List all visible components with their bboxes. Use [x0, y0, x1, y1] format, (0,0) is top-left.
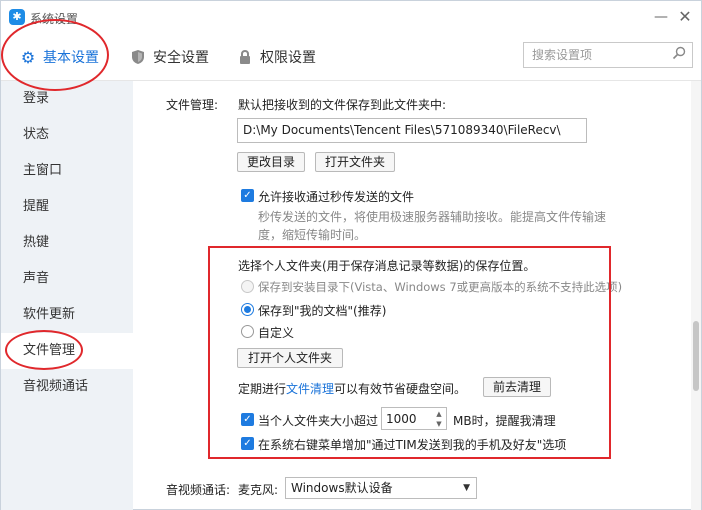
lock-icon [236, 49, 254, 67]
context-menu-label: 在系统右键菜单增加"通过TIM发送到我的手机及好友"选项 [258, 438, 567, 452]
size-alert-stepper[interactable]: ▲▼ [381, 407, 447, 430]
second-transfer-description: 秒传发送的文件，将使用极速服务器辅助接收。能提高文件传输速 [258, 210, 607, 224]
sidebar-item-reminder[interactable]: 提醒 [1, 189, 133, 225]
default-save-text: 默认把接收到的文件保存到此文件夹中: [238, 98, 447, 112]
second-transfer-description-cont: 度，缩短传输时间。 [258, 228, 367, 242]
cleanup-suffix: 可以有效节省硬盘空间。 [334, 382, 467, 396]
size-alert-suffix: MB时，提醒我清理 [453, 414, 556, 428]
search-icon[interactable] [672, 46, 686, 64]
radio-my-documents[interactable] [241, 303, 254, 316]
settings-window: ✱ 系统设置 — ✕ ⚙ 基本设置 安全设置 权限设置 搜索设置项 登录 状态 … [0, 0, 702, 510]
gear-icon: ⚙ [20, 48, 36, 67]
radio-install-dir [241, 280, 254, 293]
size-alert-prefix: 当个人文件夹大小超过 [258, 414, 379, 428]
tab-label: 安全设置 [153, 50, 209, 66]
personal-folder-title: 选择个人文件夹(用于保存消息记录等数据)的保存位置。 [238, 259, 536, 273]
allow-second-transfer-label: 允许接收通过秒传发送的文件 [258, 190, 415, 204]
microphone-label: 麦克风: [238, 483, 279, 497]
open-folder-button[interactable]: 打开文件夹 [315, 152, 395, 172]
open-personal-folder-button[interactable]: 打开个人文件夹 [237, 348, 343, 368]
size-alert-input[interactable] [382, 408, 428, 429]
tab-bar: ⚙ 基本设置 安全设置 权限设置 [1, 35, 701, 81]
context-menu-checkbox[interactable]: ✓ [241, 437, 254, 450]
radio-custom[interactable] [241, 325, 254, 338]
sidebar-item-software-update[interactable]: 软件更新 [1, 297, 133, 333]
cleanup-prefix: 定期进行 [238, 382, 287, 396]
microphone-select[interactable]: Windows默认设备 ▼ [285, 477, 477, 499]
shield-icon [129, 49, 147, 67]
file-management-section-label: 文件管理: [166, 98, 219, 112]
stepper-arrows[interactable]: ▲ ▼ [434, 409, 444, 429]
size-alert-checkbox[interactable]: ✓ [241, 413, 254, 426]
cleanup-text: 定期进行文件清理可以有效节省硬盘空间。 [238, 380, 466, 397]
allow-second-transfer-checkbox[interactable]: ✓ [241, 189, 254, 202]
tab-label: 权限设置 [260, 50, 316, 66]
sidebar-item-av-call[interactable]: 音视频通话 [1, 369, 133, 405]
title-bar: ✱ 系统设置 — ✕ [1, 1, 701, 35]
file-cleanup-link[interactable]: 文件清理 [286, 382, 334, 396]
tab-basic-settings[interactable]: ⚙ 基本设置 [19, 35, 99, 81]
close-button[interactable]: ✕ [675, 7, 695, 27]
microphone-selected-value: Windows默认设备 [291, 481, 393, 495]
minimize-button[interactable]: — [651, 7, 671, 27]
sidebar-item-file-management[interactable]: 文件管理 [1, 333, 133, 369]
sidebar-item-hotkeys[interactable]: 热键 [1, 225, 133, 261]
sidebar-item-sound[interactable]: 声音 [1, 261, 133, 297]
option-my-documents-label: 保存到"我的文档"(推荐) [258, 304, 387, 318]
search-input[interactable] [524, 43, 664, 67]
sidebar-item-status[interactable]: 状态 [1, 117, 133, 153]
sidebar: 登录 状态 主窗口 提醒 热键 声音 软件更新 文件管理 音视频通话 [1, 81, 133, 510]
sidebar-item-login[interactable]: 登录 [1, 81, 133, 117]
option-install-dir-label: 保存到安装目录下(Vista、Windows 7或更高版本的系统不支持此选项) [258, 280, 623, 294]
chevron-down-icon: ▼ [463, 483, 470, 493]
sidebar-item-main-window[interactable]: 主窗口 [1, 153, 133, 189]
scrollbar-thumb[interactable] [693, 321, 699, 391]
go-cleanup-button[interactable]: 前去清理 [483, 377, 551, 397]
download-path-field[interactable]: D:\My Documents\Tencent Files\571089340\… [237, 118, 587, 143]
search-box[interactable] [523, 42, 693, 68]
tab-security-settings[interactable]: 安全设置 [129, 35, 209, 81]
app-logo-icon: ✱ [9, 9, 25, 25]
content-scrollbar[interactable] [691, 81, 701, 510]
tab-permission-settings[interactable]: 权限设置 [236, 35, 316, 81]
change-directory-button[interactable]: 更改目录 [237, 152, 305, 172]
tab-label: 基本设置 [43, 50, 99, 66]
option-custom-label: 自定义 [258, 326, 295, 340]
window-title: 系统设置 [30, 12, 79, 26]
av-call-section-label: 音视频通话: [166, 483, 231, 497]
